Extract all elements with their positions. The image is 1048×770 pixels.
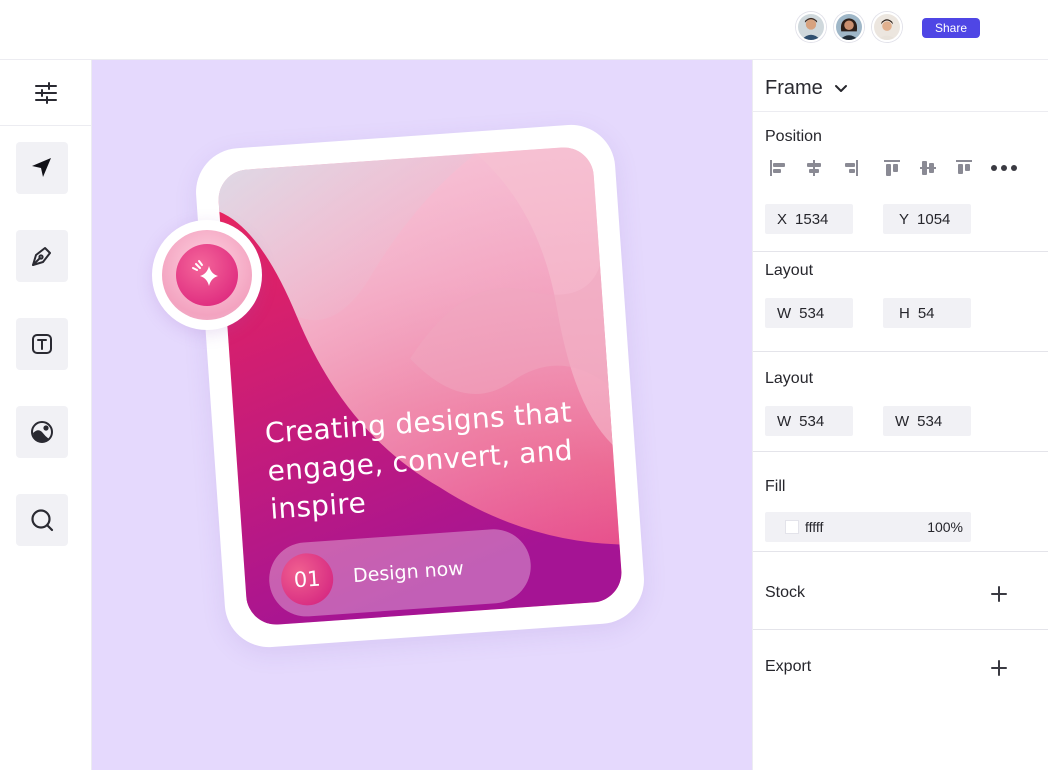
w-value: 534: [799, 304, 825, 322]
w-value: 534: [917, 412, 943, 430]
width-field[interactable]: W 534: [883, 406, 971, 436]
fill-hex-value: fffff: [805, 519, 824, 535]
frame-title: Frame: [765, 77, 823, 99]
fill-label: Fill: [765, 478, 786, 495]
design-card[interactable]: Creating designs that engage, convert, a…: [193, 121, 647, 651]
tool-navigate[interactable]: [16, 142, 68, 194]
card-artwork: Creating designs that engage, convert, a…: [216, 145, 624, 627]
tool-color[interactable]: [16, 406, 68, 458]
align-distribute-icon: [956, 160, 972, 174]
chevron-down-icon: [835, 85, 847, 92]
properties-panel: Frame Position X 1534 Y 1054 Layout W 53…: [752, 60, 1048, 770]
sliders-icon: [35, 81, 57, 104]
w-value: 534: [799, 412, 825, 430]
align-right-button[interactable]: [837, 156, 863, 180]
search-icon: [31, 509, 54, 532]
position-label: Position: [765, 128, 822, 145]
width-field[interactable]: W 534: [765, 406, 853, 436]
x-value: 1534: [795, 210, 829, 228]
align-left-button[interactable]: [765, 156, 791, 180]
more-options-button[interactable]: [989, 156, 1019, 180]
add-stock-icon[interactable]: [989, 584, 1009, 604]
tool-text[interactable]: [16, 318, 68, 370]
collaborator-avatar[interactable]: [872, 12, 902, 42]
w-label: W: [777, 304, 792, 322]
collaborator-avatar[interactable]: [796, 12, 826, 42]
alignment-toolbar: [765, 156, 987, 180]
w-label: W: [777, 412, 792, 430]
align-center-vertical-icon: [920, 161, 936, 175]
y-value: 1054: [917, 210, 951, 228]
y-position-field[interactable]: Y 1054: [883, 204, 971, 234]
stock-section: Stock: [753, 552, 1048, 630]
settings-button[interactable]: [0, 60, 92, 126]
collaborator-avatar[interactable]: [834, 12, 864, 42]
design-canvas[interactable]: Creating designs that engage, convert, a…: [92, 60, 752, 770]
navigation-arrow-icon: [32, 158, 51, 177]
badge-ring: [162, 230, 252, 320]
x-position-field[interactable]: X 1534: [765, 204, 853, 234]
export-label: Export: [765, 658, 812, 675]
align-top-button[interactable]: [879, 156, 905, 180]
badge-core: [176, 244, 238, 306]
stock-label: Stock: [765, 584, 806, 601]
fill-section: Fill fffff 100%: [753, 452, 1048, 552]
align-top-icon: [884, 160, 900, 176]
card-headline: Creating designs that engage, convert, a…: [263, 395, 574, 526]
layout-label: Layout: [765, 262, 814, 279]
add-export-icon[interactable]: [989, 658, 1009, 678]
w-label: W: [895, 412, 910, 430]
x-label: X: [777, 210, 788, 228]
fill-color-field[interactable]: fffff 100%: [765, 512, 971, 542]
sparkle-icon: [192, 260, 218, 286]
frame-dropdown[interactable]: Frame: [753, 60, 1048, 112]
tool-search[interactable]: [16, 494, 68, 546]
h-value: 54: [917, 304, 935, 322]
align-center-v-button[interactable]: [915, 156, 941, 180]
palette-icon: [31, 421, 53, 443]
h-label: H: [899, 304, 910, 322]
top-bar: Share: [0, 0, 1048, 60]
more-horizontal-icon: [991, 165, 1017, 171]
text-tool-icon: [32, 334, 52, 354]
tool-pen[interactable]: [16, 230, 68, 282]
fill-swatch[interactable]: [785, 520, 799, 534]
layout-label: Layout: [765, 370, 814, 387]
fill-opacity-value: 100%: [927, 519, 963, 535]
align-right-icon: [845, 160, 858, 176]
layout-section-1: Layout W 534 H 54: [753, 252, 1048, 352]
share-button[interactable]: Share: [922, 18, 980, 38]
left-toolbar: [0, 60, 92, 770]
cta-label: Design now: [352, 557, 465, 588]
position-section: Position X 1534 Y 1054: [753, 112, 1048, 252]
export-section: Export: [753, 630, 1048, 710]
y-label: Y: [899, 210, 910, 228]
layout-section-2: Layout W 534 W 534: [753, 352, 1048, 452]
align-bottom-button[interactable]: [951, 156, 977, 180]
cta-step-number: 01: [279, 551, 335, 608]
sparkle-badge[interactable]: [152, 220, 262, 330]
height-field[interactable]: H 54: [883, 298, 971, 328]
align-left-icon: [770, 160, 785, 176]
align-center-horizontal-icon: [807, 160, 821, 176]
align-center-h-button[interactable]: [801, 156, 827, 180]
width-field[interactable]: W 534: [765, 298, 853, 328]
pen-tool-icon: [32, 247, 51, 266]
